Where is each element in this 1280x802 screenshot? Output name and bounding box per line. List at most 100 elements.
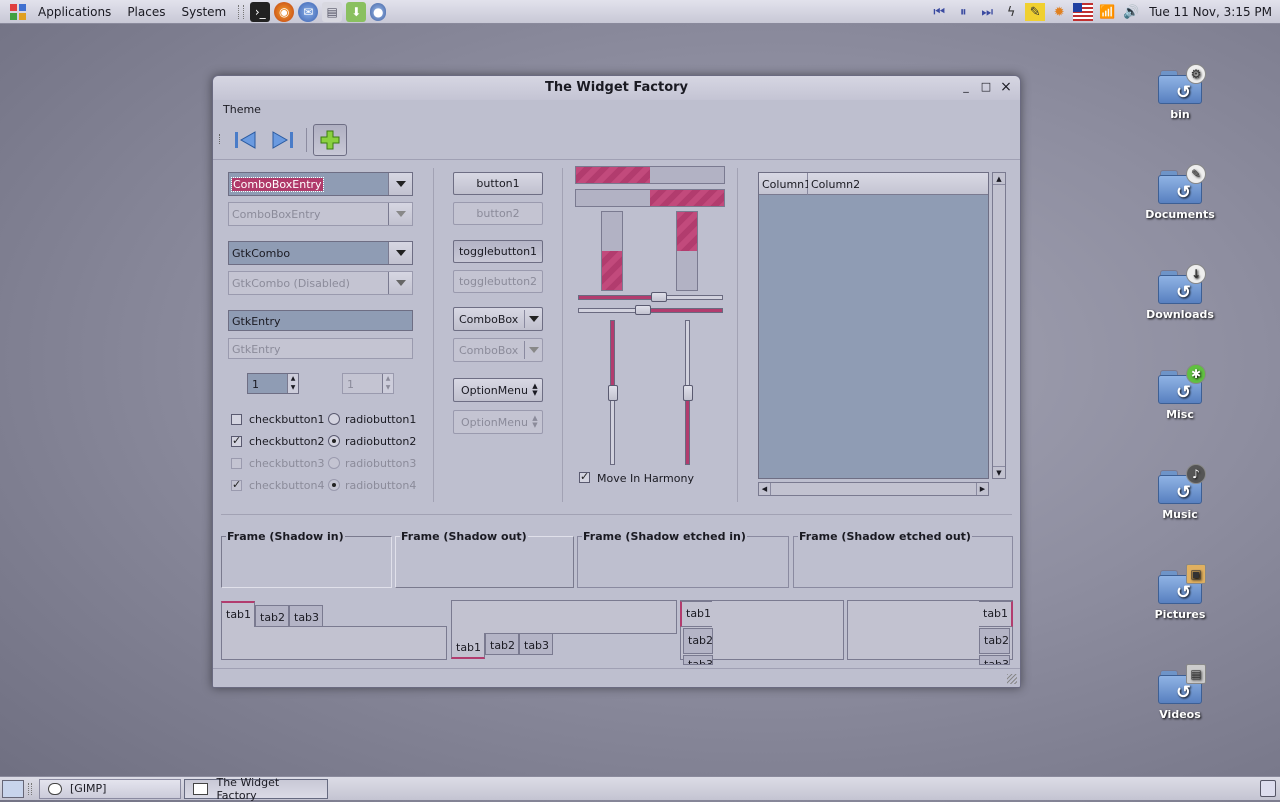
task-gimp[interactable]: [GIMP] [39, 778, 181, 799]
notebook-bottom-tab1[interactable]: tab1 [451, 633, 485, 659]
desktop-icon-downloads[interactable]: ↺ ↓ Downloads [1140, 264, 1220, 321]
scale-h2[interactable] [578, 308, 723, 313]
pidgin-icon[interactable]: ● [370, 2, 387, 21]
combobox-entry[interactable]: ComboBoxEntry [228, 172, 413, 196]
vertical-scrollbar[interactable]: ▲ ▼ [992, 172, 1006, 479]
scale-v2-knob[interactable] [683, 384, 693, 401]
gtk-combo[interactable]: GtkCombo [228, 241, 413, 265]
file-manager-icon[interactable]: ▤ [322, 1, 343, 22]
notebook-left-tab1[interactable]: tab1 [680, 601, 712, 627]
move-in-harmony-check[interactable] [579, 470, 590, 483]
desktop-icon-pictures[interactable]: ↺ ▣ Pictures [1140, 564, 1220, 621]
go-last-button[interactable] [265, 124, 299, 156]
toolbar-grip[interactable] [219, 134, 222, 144]
media-pause-icon[interactable]: ⏸ [953, 3, 973, 21]
notebook-top-tab1[interactable]: tab1 [221, 601, 255, 627]
show-desktop-icon[interactable] [2, 779, 24, 798]
go-first-button[interactable] [229, 124, 263, 156]
frame-shadow-in-title: Frame (Shadow in) [226, 530, 345, 543]
scroll-left-icon[interactable]: ◀ [759, 483, 771, 495]
notes-icon[interactable]: ✎ [1025, 3, 1046, 21]
notebook-top-tab3[interactable]: tab3 [289, 605, 323, 627]
desktop-icon-bin[interactable]: ↺ ⚙ bin [1140, 64, 1220, 121]
thunderbird-icon[interactable]: ✉ [298, 1, 319, 22]
notebook-left-tab3[interactable]: tab3 [683, 655, 713, 665]
clock[interactable]: Tue 11 Nov, 3:15 PM [1149, 5, 1272, 19]
gtk-entry-disabled: GtkEntry [228, 338, 413, 359]
desktop-icon-documents[interactable]: ↺ ✎ Documents [1140, 164, 1220, 221]
combobox-entry-text[interactable]: ComboBoxEntry [231, 177, 324, 192]
checkbutton1-label[interactable]: checkbutton1 [249, 413, 325, 426]
desktop-icon-misc[interactable]: ↺ ✱ Misc [1140, 364, 1220, 421]
combobox[interactable]: ComboBox [453, 307, 543, 331]
minimize-button[interactable]: _ [959, 80, 973, 94]
progress-bar-h2 [575, 189, 725, 207]
radiobutton2-circle[interactable] [328, 435, 340, 447]
scroll-right-icon[interactable]: ▶ [976, 483, 988, 495]
maximize-button[interactable]: □ [979, 80, 993, 94]
notebook-right-tab2[interactable]: tab2 [979, 628, 1010, 654]
keyboard-layout-icon[interactable] [1073, 3, 1094, 21]
radiobutton2-label[interactable]: radiobutton2 [345, 435, 416, 448]
chevron-down-icon[interactable] [388, 242, 412, 264]
tree-view[interactable]: Column1 Column2 [758, 172, 989, 479]
notebook-right-tab3[interactable]: tab3 [979, 655, 1010, 665]
gtk-entry[interactable]: GtkEntry [228, 310, 413, 331]
horizontal-scrollbar[interactable]: ◀ ▶ [758, 482, 989, 496]
scale-h1-knob[interactable] [650, 292, 667, 302]
notebook-bottom-tab3[interactable]: tab3 [519, 633, 553, 655]
checkbutton2-box[interactable] [231, 434, 242, 447]
power-icon[interactable]: ϟ [1001, 3, 1021, 21]
checkbutton1-box[interactable] [231, 414, 242, 425]
volume-icon[interactable]: 🔊 [1121, 3, 1141, 21]
optionmenu[interactable]: OptionMenu ▲ ▼ [453, 378, 543, 402]
spin-button[interactable]: 1 ▲ ▼ [247, 373, 299, 394]
spin-arrows-icon[interactable]: ▲ ▼ [287, 374, 298, 393]
notebook-right-tab1[interactable]: tab1 [979, 601, 1013, 627]
firefox-icon[interactable]: ◉ [274, 1, 295, 22]
trash-icon[interactable] [1260, 780, 1276, 797]
window-titlebar[interactable]: The Widget Factory _ □ × [213, 76, 1020, 100]
installer-icon[interactable]: ⬇ [346, 1, 367, 22]
menu-theme[interactable]: Theme [223, 103, 261, 116]
scale-v1-knob[interactable] [608, 384, 618, 401]
terminal-icon[interactable]: ›_ [250, 1, 271, 22]
tree-column1-header[interactable]: Column1 [759, 173, 811, 195]
scale-h2-knob[interactable] [634, 305, 651, 315]
add-button[interactable] [313, 124, 347, 156]
scroll-down-icon[interactable]: ▼ [993, 466, 1005, 478]
menu-places[interactable]: Places [119, 5, 173, 19]
spin-value[interactable]: 1 [252, 378, 259, 391]
notebook-bottom-tab2[interactable]: tab2 [485, 633, 519, 655]
checkbutton2-label[interactable]: checkbutton2 [249, 435, 325, 448]
row-separator [221, 514, 1012, 515]
close-button[interactable]: × [999, 80, 1013, 94]
chevron-down-icon[interactable] [388, 173, 412, 195]
radiobutton1-circle[interactable] [328, 413, 340, 425]
togglebutton1[interactable]: togglebutton1 [453, 240, 543, 263]
desktop-icon-music[interactable]: ↺ ♪ Music [1140, 464, 1220, 521]
media-previous-icon[interactable]: ⏮ [929, 3, 949, 21]
media-next-icon[interactable]: ⏭ [977, 3, 997, 21]
desktop-icon-videos[interactable]: ↺ ▤ Videos [1140, 664, 1220, 721]
gtk-entry-text[interactable]: GtkEntry [232, 315, 280, 328]
scroll-up-icon[interactable]: ▲ [993, 173, 1005, 185]
move-in-harmony-label[interactable]: Move In Harmony [597, 472, 694, 485]
notebook-left-tab2[interactable]: tab2 [683, 628, 713, 654]
applications-logo-icon[interactable] [10, 3, 26, 20]
notebook-top-tab2[interactable]: tab2 [255, 605, 289, 627]
tree-column2-header[interactable]: Column2 [808, 173, 988, 195]
bottom-panel: [GIMP] The Widget Factory [0, 776, 1280, 802]
gtk-combo-text[interactable]: GtkCombo [232, 247, 290, 260]
menu-system[interactable]: System [173, 5, 234, 19]
resize-grip-icon[interactable] [1007, 674, 1017, 684]
radiobutton1-label[interactable]: radiobutton1 [345, 413, 416, 426]
menu-applications[interactable]: Applications [30, 5, 119, 19]
desktop-icon-label: Downloads [1146, 308, 1214, 321]
task-widget-factory[interactable]: The Widget Factory [184, 776, 328, 802]
wifi-icon[interactable]: 📶 [1097, 3, 1117, 21]
button1[interactable]: button1 [453, 172, 543, 195]
checkbutton3-label: checkbutton3 [249, 457, 325, 470]
updates-icon[interactable]: ✹ [1049, 3, 1069, 21]
folder-icon: ↺ ✎ [1158, 164, 1206, 204]
